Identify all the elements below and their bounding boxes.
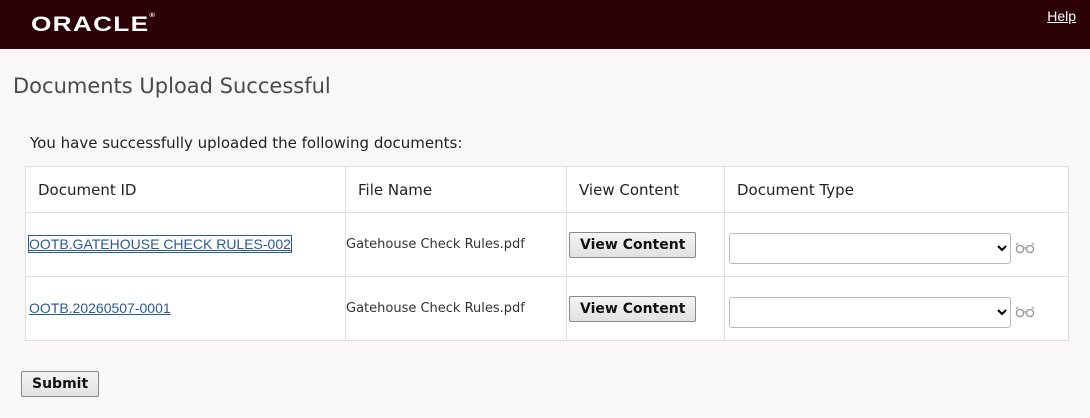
view-content-cell: View Content <box>566 212 725 277</box>
table-row: OOTB.GATEHOUSE CHECK RULES-002 Gatehouse… <box>25 212 1069 277</box>
table-header-row: Document ID File Name View Content Docum… <box>25 166 1069 213</box>
documents-table: Document ID File Name View Content Docum… <box>25 166 1069 341</box>
column-header-document-type: Document Type <box>724 166 1069 213</box>
table-row: OOTB.20260507-0001 Gatehouse Check Rules… <box>25 276 1069 341</box>
document-id-cell: OOTB.20260507-0001 <box>25 276 346 341</box>
logo-registered-mark: ® <box>149 13 155 19</box>
logo-text: ORACLE <box>31 13 150 36</box>
page-title: Documents Upload Successful <box>13 74 331 98</box>
column-header-document-id: Document ID <box>25 166 346 213</box>
document-id-link[interactable]: OOTB.20260507-0001 <box>29 300 171 316</box>
document-type-select[interactable] <box>729 297 1011 328</box>
document-type-cell <box>724 212 1069 277</box>
file-name-cell: Gatehouse Check Rules.pdf <box>345 276 567 341</box>
glasses-icon[interactable] <box>1015 242 1035 258</box>
view-content-button[interactable]: View Content <box>569 231 697 258</box>
oracle-logo: ORACLE® <box>31 13 155 37</box>
column-header-view-content: View Content <box>566 166 725 213</box>
column-header-file-name: File Name <box>345 166 567 213</box>
view-content-button[interactable]: View Content <box>569 295 697 322</box>
top-banner: ORACLE® Help <box>0 0 1090 49</box>
glasses-icon[interactable] <box>1015 306 1035 322</box>
document-type-cell <box>724 276 1069 341</box>
intro-text: You have successfully uploaded the follo… <box>30 134 463 152</box>
document-id-link[interactable]: OOTB.GATEHOUSE CHECK RULES-002 <box>28 235 292 253</box>
submit-button[interactable]: Submit <box>21 371 100 397</box>
document-type-select[interactable] <box>729 233 1011 264</box>
view-content-cell: View Content <box>566 276 725 341</box>
document-id-cell: OOTB.GATEHOUSE CHECK RULES-002 <box>25 212 346 277</box>
file-name-cell: Gatehouse Check Rules.pdf <box>345 212 567 277</box>
help-link[interactable]: Help <box>1047 8 1076 24</box>
